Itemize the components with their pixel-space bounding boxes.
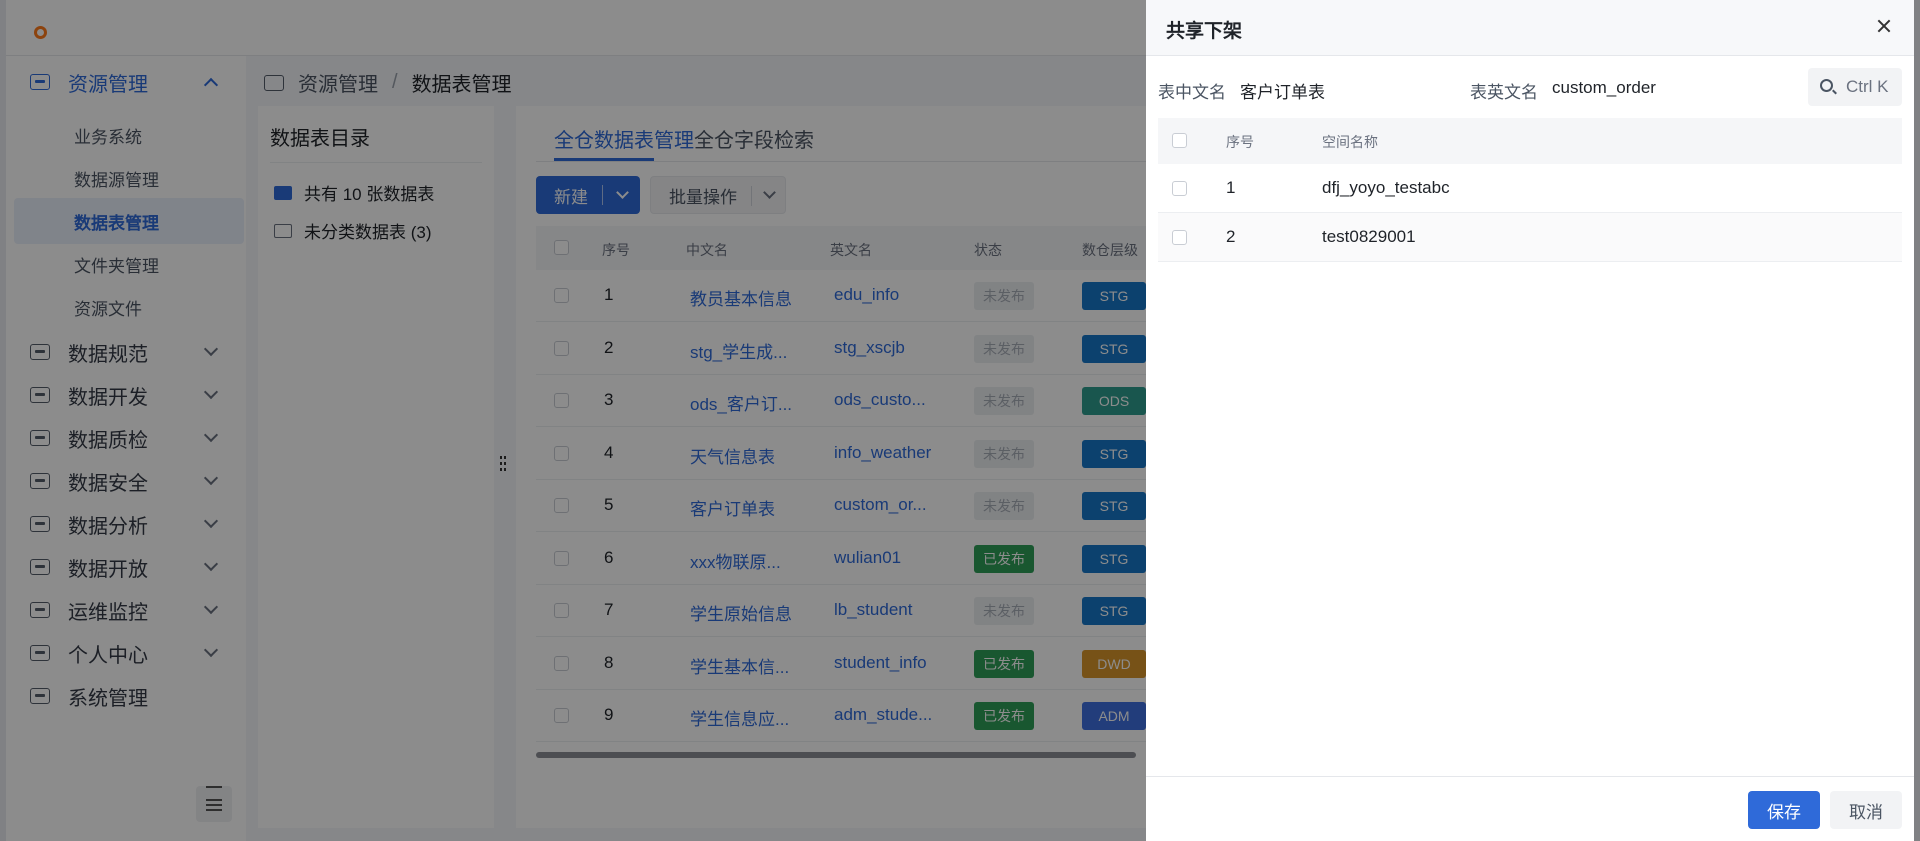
en-name-value: custom_order [1552, 78, 1656, 97]
cancel-button[interactable]: 取消 [1830, 791, 1902, 829]
column-header: 序号 [1226, 134, 1254, 150]
share-offline-drawer: 共享下架 表中文名 客户订单表 表英文名 custom_order Ctrl K… [1146, 0, 1914, 841]
select-all-checkbox[interactable] [1172, 133, 1187, 148]
search-shortcut-hint: Ctrl K [1846, 77, 1889, 96]
table-row[interactable]: 1 dfj_yoyo_testabc [1158, 164, 1902, 213]
cn-name-value: 客户订单表 [1240, 83, 1325, 102]
row-index: 1 [1226, 178, 1236, 197]
en-name-label: 表英文名 [1470, 83, 1538, 102]
column-header: 空间名称 [1322, 134, 1378, 150]
table-row[interactable]: 2 test0829001 [1158, 213, 1902, 262]
row-index: 2 [1226, 227, 1236, 246]
space-name: dfj_yoyo_testabc [1322, 178, 1450, 197]
drawer-footer: 保存 取消 [1146, 776, 1914, 841]
cn-name-label: 表中文名 [1158, 83, 1226, 102]
save-button[interactable]: 保存 [1748, 791, 1820, 829]
drawer-header: 共享下架 [1146, 0, 1914, 56]
close-icon[interactable] [1876, 18, 1892, 34]
drawer-table-header: 序号 空间名称 [1158, 118, 1902, 164]
space-name: test0829001 [1322, 227, 1416, 246]
search-icon [1820, 79, 1833, 92]
drawer-title: 共享下架 [1166, 21, 1243, 42]
row-checkbox[interactable] [1172, 230, 1187, 245]
row-checkbox[interactable] [1172, 181, 1187, 196]
search-input[interactable]: Ctrl K [1808, 68, 1902, 106]
